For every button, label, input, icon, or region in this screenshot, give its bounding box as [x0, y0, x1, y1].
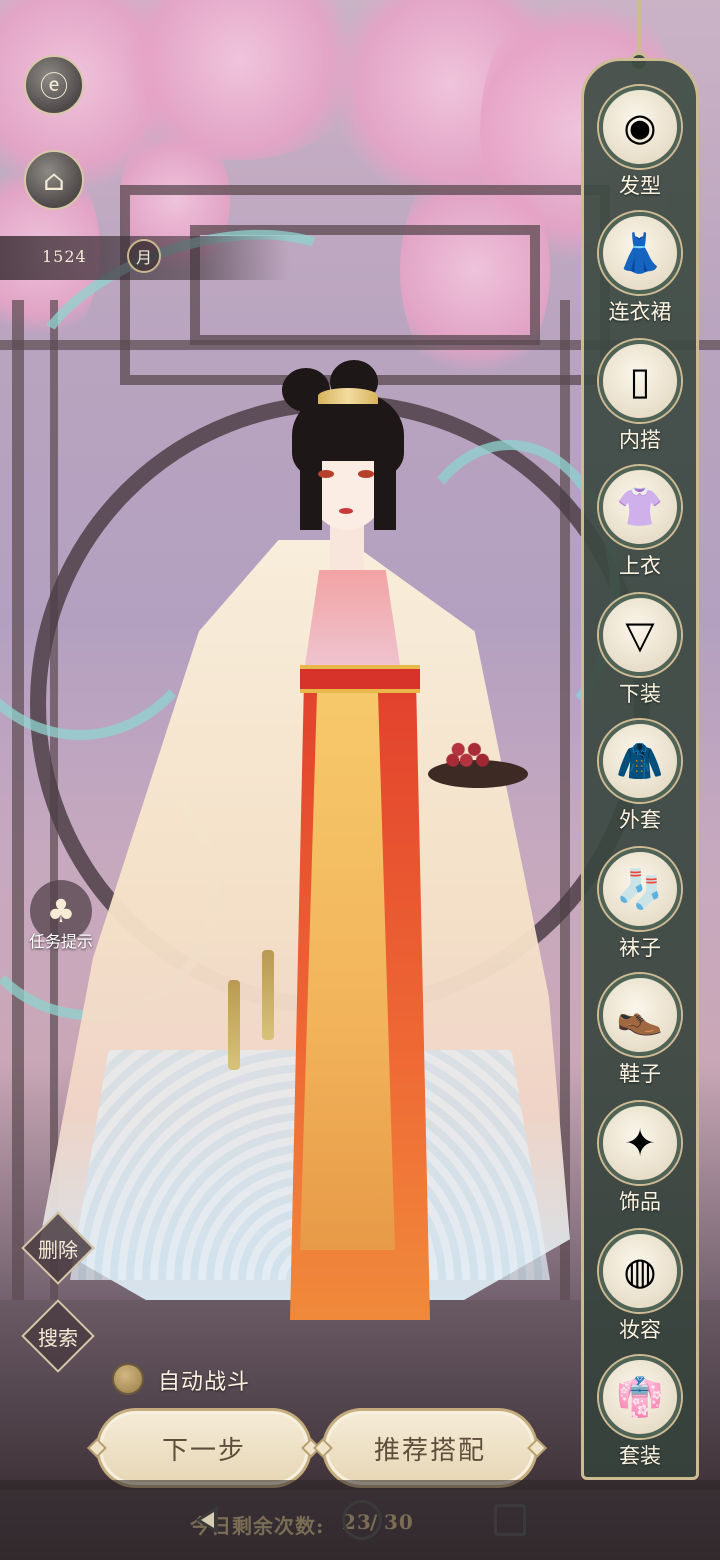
- bodice: [305, 570, 400, 665]
- menu-label: 套装: [619, 1444, 661, 1468]
- shoes-icon: 👞: [599, 974, 681, 1056]
- menu-label: 袜子: [619, 936, 661, 960]
- search-button[interactable]: 搜索: [21, 1299, 95, 1373]
- menu-label: 上衣: [619, 554, 661, 578]
- menu-item-coat[interactable]: 🧥 外套: [596, 720, 684, 842]
- menu-item-socks[interactable]: 🧦 袜子: [596, 848, 684, 970]
- menu-item-skirt[interactable]: ▽ 下装: [596, 594, 684, 716]
- task-hint-label: 任务提示: [28, 932, 93, 951]
- waist-sash: [300, 665, 420, 693]
- hair-bun: [282, 368, 330, 412]
- menu-item-makeup[interactable]: ◍ 妆容: [596, 1230, 684, 1352]
- delete-button[interactable]: 删除: [21, 1211, 95, 1285]
- socks-icon: 🧦: [599, 848, 681, 930]
- auto-battle-toggle[interactable]: 自动战斗: [112, 1356, 312, 1400]
- back-button[interactable]: ⓔ: [24, 55, 84, 115]
- menu-label: 下装: [619, 682, 661, 706]
- menu-item-outfit-set[interactable]: 👘 套装: [596, 1356, 684, 1478]
- grapes: [442, 735, 496, 771]
- nav-back-icon[interactable]: [190, 1500, 230, 1540]
- skirt-icon: ▽: [599, 594, 681, 676]
- menu-label: 发型: [619, 174, 661, 198]
- outfit-set-icon: 👘: [599, 1356, 681, 1438]
- menu-item-hairstyle[interactable]: ◉ 发型: [596, 86, 684, 208]
- side-hair: [374, 450, 396, 530]
- search-label: 搜索: [38, 1326, 78, 1350]
- pavilion-button[interactable]: ⌂: [24, 150, 84, 210]
- menu-label: 妆容: [619, 1318, 661, 1342]
- menu-item-accessories[interactable]: ✦ 饰品: [596, 1102, 684, 1224]
- lips: [339, 508, 353, 514]
- nav-recent-icon[interactable]: [494, 1504, 526, 1536]
- menu-item-shoes[interactable]: 👞 鞋子: [596, 974, 684, 1096]
- back-arrow-icon: ⓔ: [39, 70, 68, 103]
- top-icon: 👚: [599, 466, 681, 548]
- coat-icon: 🧥: [599, 720, 681, 802]
- camisole-icon: ▯: [599, 340, 681, 422]
- task-hint-button[interactable]: ♣ 任务提示: [22, 880, 102, 960]
- hanger-rod: [637, 0, 641, 60]
- makeup-icon: ◍: [599, 1230, 681, 1312]
- character-model[interactable]: [0, 330, 600, 1330]
- menu-label: 连衣裙: [608, 300, 672, 324]
- date-month-badge[interactable]: 月: [127, 239, 161, 273]
- menu-label: 饰品: [619, 1190, 661, 1214]
- tassel: [262, 950, 274, 1040]
- recommend-outfit-label: 推荐搭配: [373, 1435, 486, 1466]
- next-step-button[interactable]: 下一步: [87, 1408, 321, 1488]
- menu-label: 鞋子: [619, 1062, 661, 1086]
- next-step-label: 下一步: [161, 1435, 246, 1466]
- hair-crown: [318, 388, 378, 404]
- menu-label: 外套: [619, 808, 661, 832]
- menu-item-camisole[interactable]: ▯ 内搭: [596, 340, 684, 462]
- hairstyle-icon: ◉: [599, 86, 681, 168]
- menu-item-dress[interactable]: 👗 连衣裙: [596, 212, 684, 334]
- side-hair: [300, 450, 322, 530]
- eye: [358, 470, 374, 478]
- auto-battle-radio[interactable]: [112, 1363, 144, 1395]
- recommend-outfit-button[interactable]: 推荐搭配: [313, 1408, 547, 1488]
- remaining-total: 30: [384, 1510, 414, 1534]
- menu-label: 内搭: [619, 428, 661, 452]
- tassel: [228, 980, 240, 1070]
- auto-battle-label: 自动战斗: [158, 1370, 251, 1395]
- nav-home-icon[interactable]: [342, 1500, 382, 1540]
- eye: [318, 470, 334, 478]
- delete-label: 删除: [38, 1238, 78, 1262]
- dress-icon: 👗: [599, 212, 681, 294]
- menu-item-top[interactable]: 👚 上衣: [596, 466, 684, 588]
- pavilion-icon: ⌂: [43, 163, 65, 197]
- date-year: 1524: [42, 247, 87, 266]
- hairpin-icon: ✦: [599, 1102, 681, 1184]
